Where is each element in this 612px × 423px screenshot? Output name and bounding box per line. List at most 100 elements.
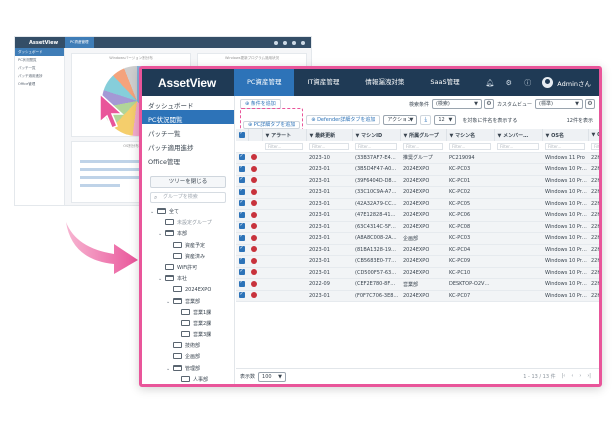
add-defender-tab-button[interactable]: ⊕ Defender詳細タブを追加 [306, 115, 381, 125]
select-all-checkbox[interactable] [236, 129, 249, 141]
row-checkbox[interactable] [236, 175, 248, 187]
table-cell [262, 186, 306, 199]
table-row[interactable]: 2023-01(42A32A79-CC…2024EXPOKC-PC05 Windo… [236, 198, 599, 210]
column-header[interactable]: ▼ OS名 [542, 129, 589, 141]
table-row[interactable]: 2023-01(3B5D4F47-A0…2024EXPOKC-PC03 Windo… [236, 163, 599, 176]
column-header[interactable]: ▼ 最終更新 [306, 129, 353, 141]
row-checkbox[interactable] [236, 290, 248, 302]
column-header[interactable]: ▼ 所属グループ [400, 129, 447, 141]
tree-node[interactable]: 営業1課 [142, 308, 234, 319]
table-row[interactable]: 2023-01(39F6404D-D8…2024EXPOKC-PC01 Windo… [236, 175, 599, 187]
filter-input[interactable]: Filter... [400, 141, 446, 153]
sidebar-item-patch-progress[interactable]: パッチ適用進捗 [142, 138, 234, 152]
row-checkbox[interactable] [236, 232, 248, 245]
table-row[interactable]: 2023-01(33C10C9A-A7…2024EXPOKC-PC02 Windo… [236, 186, 599, 199]
row-checkbox[interactable] [236, 152, 248, 164]
row-checkbox[interactable] [236, 267, 248, 279]
view-gear-icon[interactable]: ⚙ [585, 99, 595, 109]
table-row[interactable]: 2023-01(63C4314C-5F…2024EXPOKC-PC08 Windo… [236, 221, 599, 233]
tree-node[interactable]: 2024EXPO [142, 285, 234, 296]
tree-node[interactable]: ⌄ 本部 [142, 229, 234, 240]
action-select[interactable]: アクション ▼ [383, 115, 418, 125]
tree-node[interactable]: ⌄ 本社 [142, 274, 234, 285]
close-tree-button[interactable]: ツリーを閉じる [150, 176, 226, 188]
tree-node[interactable]: 資産済み [142, 252, 234, 263]
column-header[interactable]: ▼ マシンID [352, 129, 401, 141]
alert-icon [248, 255, 262, 268]
table-row[interactable]: 2023-01(47E12828-41…2024EXPOKC-PC06 Windo… [236, 209, 599, 222]
download-icon[interactable]: ⤓ [420, 115, 432, 125]
chevron-down-icon[interactable]: ⌄ [150, 207, 157, 218]
tree-node[interactable]: ⌄ 営業部 [142, 297, 234, 308]
tree-node[interactable]: 人事部 [142, 375, 234, 384]
tree-node[interactable]: 企画部 [142, 352, 234, 363]
column-header[interactable]: ▼ アラート [262, 129, 307, 141]
table-cell: (CEF2E780-8F… [352, 278, 400, 291]
page-size-select[interactable]: 12 ▼ [434, 115, 457, 125]
bell-icon[interactable]: 🔔︎ [485, 79, 494, 87]
table-cell: 2023-01 [306, 244, 352, 256]
chevron-down-icon[interactable]: ⌄ [166, 297, 173, 308]
gear-icon[interactable]: ⚙ [504, 79, 513, 87]
chevron-down-icon[interactable]: ⌄ [158, 229, 165, 240]
tree-node[interactable]: ⌄ 全て [142, 207, 234, 218]
table-row[interactable]: 2023-01(CB5683E0-77…2024EXPOKC-PC09 Windo… [236, 255, 599, 268]
sidebar-item-office[interactable]: Office管理 [142, 152, 234, 166]
row-checkbox[interactable] [236, 209, 248, 222]
tree-node[interactable]: 資産予定 [142, 241, 234, 252]
filter-input[interactable]: Filter... [352, 141, 400, 153]
filter-input[interactable]: Filter... [494, 141, 542, 153]
add-pc-detail-tab-button[interactable]: ⊕ PC詳細タブを追加 [243, 120, 301, 129]
row-checkbox[interactable] [236, 255, 248, 268]
tree-node[interactable]: 営業2課 [142, 319, 234, 330]
tree-node[interactable]: 技術部 [142, 341, 234, 352]
help-icon[interactable]: ⓘ [523, 78, 532, 88]
table-row[interactable]: 2022-09(CEF2E780-8F…営業部DESKTOP-O2V… Windo… [236, 278, 599, 291]
column-header[interactable]: ▼ OS [588, 129, 599, 141]
search-condition-select[interactable]: (検索) ▼ [431, 99, 482, 109]
sidebar-item-dashboard[interactable]: ダッシュボード [142, 96, 234, 110]
table-row[interactable]: 2023-01(A8A8C008-2A…企画部KC-PC03 Windows 10… [236, 232, 599, 245]
table-row[interactable]: 2023-01(81BA1328-19…2024EXPOKC-PC04 Windo… [236, 244, 599, 256]
table-row[interactable]: 2023-10(33B37AF7-E4…推奨グループPC219094 Window… [236, 152, 599, 164]
sidebar-item-pc-status[interactable]: PC状況閲覧 [142, 110, 234, 124]
row-checkbox[interactable] [236, 244, 248, 256]
tab-saas[interactable]: SaaS管理 [417, 69, 472, 96]
column-header[interactable]: ▼ マシン名 [446, 129, 495, 141]
search-gear-icon[interactable]: ⚙ [483, 99, 494, 109]
tab-pc-asset[interactable]: PC資産管理 [234, 69, 295, 96]
row-checkbox[interactable] [236, 278, 248, 291]
column-header[interactable] [248, 129, 263, 141]
column-header[interactable]: ▼ メンバー… [494, 129, 543, 141]
next-page-icon[interactable]: › [579, 373, 581, 380]
tab-it-asset[interactable]: IT資産管理 [294, 69, 352, 96]
table-row[interactable]: 2023-01(CD500F57-63…2024EXPOKC-PC10 Windo… [236, 267, 599, 279]
chevron-down-icon[interactable]: ⌄ [158, 274, 165, 285]
filter-input[interactable]: Filter... [588, 141, 599, 153]
tab-leak-prevention[interactable]: 情報漏洩対策 [352, 69, 417, 96]
filter-input[interactable]: Filter... [446, 141, 494, 153]
user-menu[interactable]: Adminさん [542, 77, 591, 88]
row-checkbox[interactable] [236, 221, 248, 233]
tree-node[interactable]: WiFi許可 [142, 263, 234, 274]
first-page-icon[interactable]: |‹ [562, 373, 566, 380]
filter-input[interactable]: Filter... [262, 141, 306, 153]
tree-node[interactable]: ⌄ 管理部 [142, 364, 234, 375]
prev-page-icon[interactable]: ‹ [571, 373, 573, 380]
sidebar-item-patch-list[interactable]: パッチ一覧 [142, 124, 234, 138]
chevron-down-icon[interactable]: ⌄ [166, 364, 173, 375]
table-row[interactable]: 2023-01(F0F7C706-3E8…2024EXPOKC-PC07 Wind… [236, 290, 599, 302]
row-checkbox[interactable] [236, 186, 248, 199]
group-search-input[interactable]: グループを検索 [150, 192, 226, 203]
last-page-icon[interactable]: ›| [587, 373, 591, 380]
row-checkbox[interactable] [236, 198, 248, 210]
footer-page-size-select[interactable]: 100 ▼ [258, 371, 287, 382]
folder-icon [181, 319, 190, 326]
filter-input[interactable]: Filter... [542, 141, 588, 153]
custom-view-select[interactable]: (標準) ▼ [535, 99, 583, 109]
tree-node[interactable]: 営業3課 [142, 330, 234, 341]
tree-node[interactable]: 未設定グループ [142, 218, 234, 229]
filter-input[interactable]: Filter... [306, 141, 352, 153]
row-checkbox[interactable] [236, 163, 248, 176]
bg-status-title: Windows更新プログラム適用状況 [224, 56, 280, 60]
